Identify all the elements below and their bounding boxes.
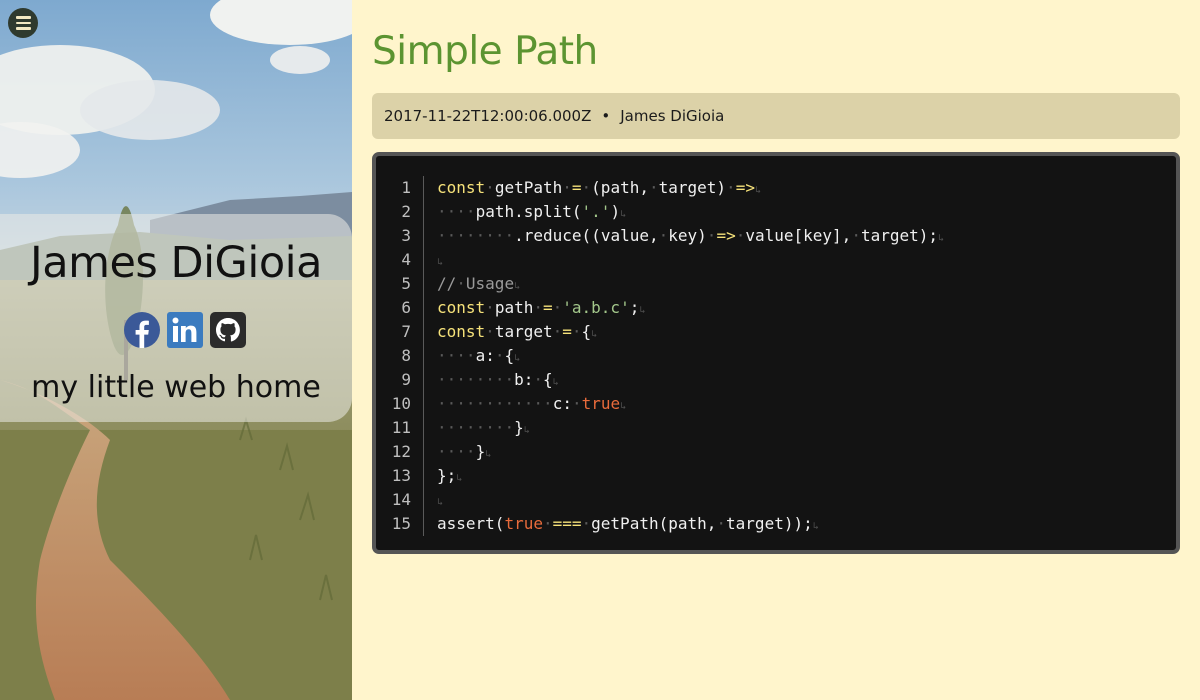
github-icon[interactable] bbox=[210, 312, 246, 348]
code-text: ····}↳ bbox=[437, 442, 492, 461]
line-number: 4 bbox=[376, 248, 424, 272]
meta-separator: • bbox=[601, 107, 611, 125]
post-date: 2017-11-22T12:00:06.000Z bbox=[384, 107, 592, 125]
line-number: 14 bbox=[376, 488, 424, 512]
facebook-icon[interactable] bbox=[124, 312, 160, 348]
code-line: 5 //·Usage↳ bbox=[376, 272, 1176, 296]
code-line: 4 ↳ bbox=[376, 248, 1176, 272]
post-author: James DiGioia bbox=[620, 107, 725, 125]
code-line: 8 ····a:·{↳ bbox=[376, 344, 1176, 368]
line-number: 2 bbox=[376, 200, 424, 224]
code-text: ········}↳ bbox=[437, 418, 530, 437]
code-text: assert(true·===·getPath(path,·target));↳ bbox=[437, 514, 819, 533]
line-number: 3 bbox=[376, 224, 424, 248]
line-number: 11 bbox=[376, 416, 424, 440]
line-number: 1 bbox=[376, 176, 424, 200]
line-number: 10 bbox=[376, 392, 424, 416]
post-meta: 2017-11-22T12:00:06.000Z • James DiGioia bbox=[372, 93, 1180, 139]
line-number: 12 bbox=[376, 440, 424, 464]
code-text: };↳ bbox=[437, 466, 463, 485]
code-line: 9 ········b:·{↳ bbox=[376, 368, 1176, 392]
profile-name: James DiGioia bbox=[30, 238, 322, 288]
hamburger-menu-icon-bar bbox=[15, 21, 31, 25]
post-title: Simple Path bbox=[372, 29, 598, 74]
post-content: Simple Path 2017-11-22T12:00:06.000Z • J… bbox=[372, 0, 1180, 554]
line-number: 9 bbox=[376, 368, 424, 392]
code-text: ↳ bbox=[437, 257, 444, 268]
code-text: const·path·=·'a.b.c';↳ bbox=[437, 298, 646, 317]
line-number: 13 bbox=[376, 464, 424, 488]
sidebar: James DiGioia my little web home bbox=[0, 0, 352, 700]
line-number: 15 bbox=[376, 512, 424, 536]
linkedin-icon[interactable] bbox=[167, 312, 203, 348]
code-text: //·Usage↳ bbox=[437, 274, 521, 293]
menu-toggle-button[interactable] bbox=[8, 8, 38, 38]
hamburger-menu-icon-bar bbox=[15, 27, 31, 30]
code-text: const·target·=·{↳ bbox=[437, 322, 598, 341]
code-text: ········.reduce((value,·key)·=>·value[ke… bbox=[437, 226, 945, 245]
profile-tagline: my little web home bbox=[31, 370, 321, 405]
line-number: 6 bbox=[376, 296, 424, 320]
code-text: ····path.split('.')↳ bbox=[437, 202, 627, 221]
profile-card: James DiGioia my little web home bbox=[0, 214, 352, 422]
code-text: ····a:·{↳ bbox=[437, 346, 521, 365]
code-line: 13 };↳ bbox=[376, 464, 1176, 488]
code-text: ↳ bbox=[437, 497, 444, 508]
line-number: 8 bbox=[376, 344, 424, 368]
code-block: 1 const·getPath·=·(path,·target)·=>↳ 2 ····… bbox=[372, 152, 1180, 554]
social-links bbox=[0, 312, 352, 348]
hamburger-menu-icon-bar bbox=[15, 16, 31, 19]
code-text: ········b:·{↳ bbox=[437, 370, 559, 389]
code-line: 12 ····}↳ bbox=[376, 440, 1176, 464]
code-text: ············c:·true↳ bbox=[437, 394, 627, 413]
code-line: 6 const·path·=·'a.b.c';↳ bbox=[376, 296, 1176, 320]
code-line: 7 const·target·=·{↳ bbox=[376, 320, 1176, 344]
code-line: 10 ············c:·true↳ bbox=[376, 392, 1176, 416]
code-line: 2 ····path.split('.')↳ bbox=[376, 200, 1176, 224]
line-number: 5 bbox=[376, 272, 424, 296]
line-number: 7 bbox=[376, 320, 424, 344]
code-line: 14 ↳ bbox=[376, 488, 1176, 512]
code-line: 11 ········}↳ bbox=[376, 416, 1176, 440]
code-line: 15 assert(true·===·getPath(path,·target))… bbox=[376, 512, 1176, 536]
code-text: const·getPath·=·(path,·target)·=>↳ bbox=[437, 178, 761, 197]
code-line: 3 ········.reduce((value,·key)·=>·value[k… bbox=[376, 224, 1176, 248]
code-line: 1 const·getPath·=·(path,·target)·=>↳ bbox=[376, 176, 1176, 200]
